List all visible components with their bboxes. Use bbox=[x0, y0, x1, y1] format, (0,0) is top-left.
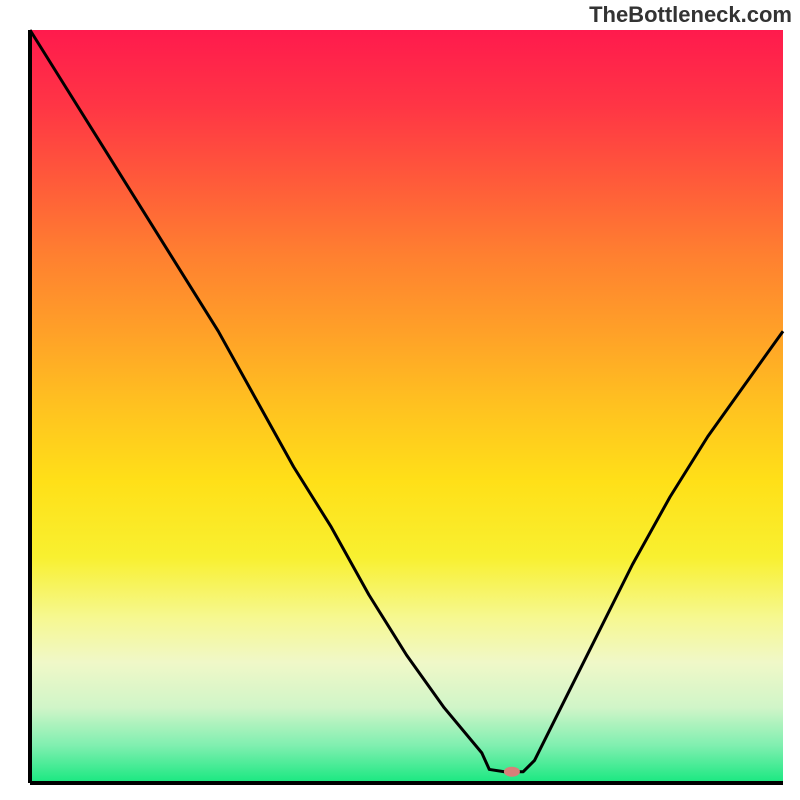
watermark-text: TheBottleneck.com bbox=[589, 2, 792, 28]
chart-svg bbox=[0, 0, 800, 800]
bottleneck-chart: TheBottleneck.com bbox=[0, 0, 800, 800]
optimal-marker bbox=[504, 767, 520, 777]
gradient-background bbox=[30, 30, 783, 783]
